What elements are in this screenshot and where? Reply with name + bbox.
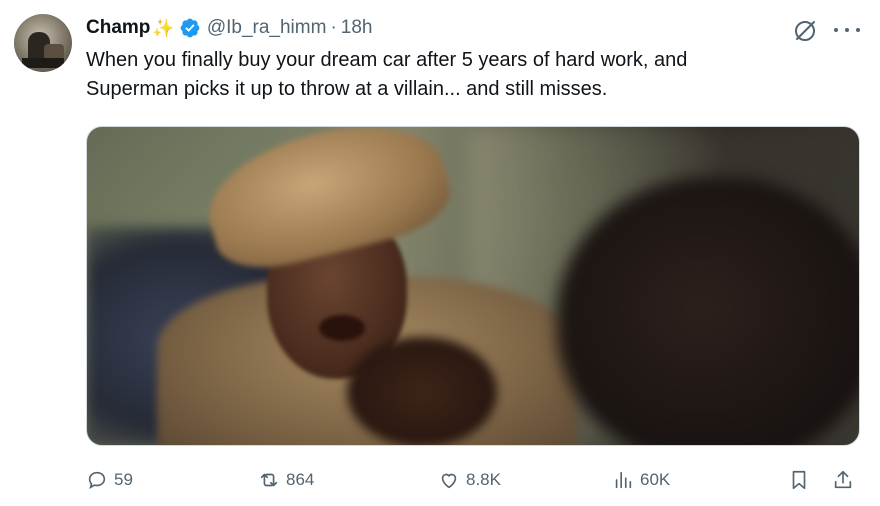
views-count: 60K	[640, 470, 671, 489]
bookmark-button[interactable]	[788, 466, 810, 494]
author-handle[interactable]: @Ib_ra_himm	[207, 17, 327, 39]
bookmark-icon	[792, 470, 806, 490]
tweet-time[interactable]: 18h	[341, 17, 373, 39]
like-count: 8.8K	[466, 470, 501, 489]
repost-count: 864	[286, 470, 315, 489]
avatar-floor	[22, 58, 64, 68]
media-hand	[347, 337, 497, 445]
reply-button[interactable]: 59	[86, 466, 133, 494]
grok-icon[interactable]	[792, 18, 818, 44]
author-name[interactable]: Champ	[86, 17, 150, 39]
avatar[interactable]	[14, 14, 72, 72]
reply-count: 59	[114, 470, 133, 489]
tweet-text: When you finally buy your dream car afte…	[86, 46, 856, 104]
like-button[interactable]: 8.8K	[438, 466, 501, 494]
share-button[interactable]	[832, 466, 854, 494]
tweet-header: Champ ✨ @Ib_ra_himm · 18h	[86, 14, 372, 42]
views-button[interactable]: 60K	[612, 466, 670, 494]
tweet-media-image[interactable]	[86, 126, 860, 446]
media-foreground-head	[557, 177, 859, 445]
media-mouth	[319, 315, 365, 341]
more-icon[interactable]	[834, 20, 860, 40]
repost-button[interactable]: 864	[258, 466, 314, 494]
verified-badge-icon	[180, 18, 200, 38]
reply-icon	[88, 471, 106, 490]
views-icon	[615, 471, 632, 489]
share-icon	[834, 470, 852, 489]
tweet-actions: 59 864 8.8K 60K	[86, 466, 860, 494]
repost-icon	[260, 473, 278, 487]
header-separator: ·	[330, 17, 337, 38]
heart-icon	[441, 473, 457, 489]
sparkle-emoji: ✨	[152, 18, 175, 38]
tweet-text-line-2: Superman picks it up to throw at a villa…	[86, 78, 608, 100]
tweet-text-line-1: When you finally buy your dream car afte…	[86, 49, 688, 71]
